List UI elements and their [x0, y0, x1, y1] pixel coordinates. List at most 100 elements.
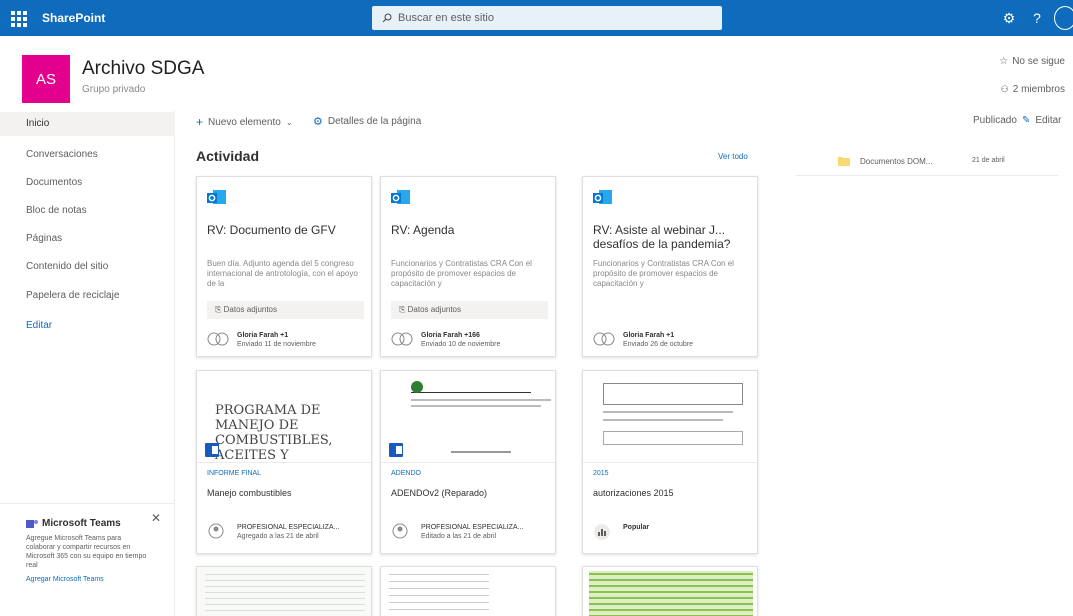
person-icon: ⚇	[1000, 84, 1009, 94]
app-launcher-icon[interactable]	[8, 8, 28, 28]
edit-button[interactable]: ✎ Editar	[1022, 115, 1062, 126]
left-navigation: Inicio Conversaciones Documentos Bloc de…	[0, 110, 175, 616]
attachment-label: Datos adjuntos	[223, 305, 278, 314]
document-title: ADENDOv2 (Reparado)	[391, 488, 488, 498]
document-card[interactable]	[380, 566, 556, 616]
search-box[interactable]: Buscar en este sitio	[372, 6, 722, 30]
preview-header-line	[411, 381, 531, 393]
card-author: Gloria Farah +166	[421, 332, 480, 339]
activity-card[interactable]: RV: Documento de GFV Buen día. Adjunto a…	[196, 176, 372, 357]
person-icon	[392, 523, 408, 539]
follow-label: No se sigue	[1012, 56, 1065, 67]
document-card[interactable]: ADENDO ADENDOv2 (Reparado) PROFESIONAL E…	[380, 370, 556, 554]
preview-line	[603, 411, 733, 413]
nav-item-site-contents[interactable]: Contenido del sitio	[0, 255, 175, 279]
pencil-icon: ✎	[1022, 115, 1031, 126]
outlook-icon	[391, 190, 410, 204]
document-preview: PROGRAMA DE MANEJO DE COMBUSTIBLES, ACEI…	[197, 371, 371, 463]
teams-icon	[26, 519, 38, 528]
card-footer: Gloria Farah +166 Enviado 10 de noviembr…	[391, 329, 551, 353]
activity-card[interactable]: RV: Agenda Funcionarios y Contratistas C…	[380, 176, 556, 357]
card-footer: Gloria Farah +1 Enviado 11 de noviembre	[207, 329, 367, 353]
card-snippet: Funcionarios y Contratistas CRA Con el p…	[593, 259, 734, 288]
card-date: Enviado 26 de octubre	[623, 341, 694, 348]
paperclip-icon: ⎘	[215, 305, 222, 314]
suite-bar: SharePoint Buscar en este sitio ⚙ ?	[0, 0, 1073, 36]
preview-line	[451, 451, 511, 453]
word-file-icon	[389, 443, 403, 457]
chart-icon	[594, 524, 610, 540]
document-preview	[381, 371, 555, 463]
page-details-label: Detalles de la página	[327, 116, 422, 127]
see-all-link[interactable]: Ver todo	[718, 152, 748, 161]
nav-item-pages[interactable]: Páginas	[0, 227, 175, 251]
card-footer: PROFESIONAL ESPECIALIZA... Agregado a la…	[207, 521, 367, 545]
preview-text: PROGRAMA DE MANEJO DE COMBUSTIBLES, ACEI…	[215, 403, 333, 463]
nav-item-home[interactable]: Inicio	[0, 112, 175, 136]
card-author: PROFESIONAL ESPECIALIZA...	[237, 524, 340, 531]
outlook-icon	[593, 190, 612, 204]
settings-icon[interactable]: ⚙	[1000, 9, 1018, 27]
document-card[interactable]	[196, 566, 372, 616]
document-preview	[389, 573, 489, 616]
search-placeholder: Buscar en este sitio	[398, 12, 494, 24]
add-teams-link[interactable]: Agregar Microsoft Teams	[26, 576, 165, 583]
page-details-button[interactable]: ⚙ Detalles de la página	[313, 115, 421, 128]
card-date: Editado a las 21 de abril	[421, 533, 497, 540]
members-button[interactable]: ⚇ 2 miembros	[1001, 84, 1065, 95]
search-icon	[382, 13, 392, 23]
star-icon: ☆	[999, 56, 1009, 67]
activity-card[interactable]: RV: Asiste al webinar J... desafíos de l…	[582, 176, 758, 357]
person-icon	[208, 523, 224, 539]
document-card[interactable]: PROGRAMA DE MANEJO DE COMBUSTIBLES, ACEI…	[196, 370, 372, 554]
preview-line	[411, 405, 541, 407]
members-label: 2 miembros	[1012, 84, 1065, 95]
document-title: Manejo combustibles	[207, 488, 292, 498]
spreadsheet-preview	[205, 573, 365, 616]
document-title: autorizaciones 2015	[593, 488, 674, 498]
people-icon	[391, 332, 413, 346]
nav-item-documents[interactable]: Documentos	[0, 171, 175, 195]
close-icon[interactable]: ✕	[151, 511, 161, 525]
new-item-button[interactable]: + Nuevo elemento ⌄	[196, 115, 293, 129]
follow-button[interactable]: ☆ No se sigue	[999, 56, 1065, 67]
new-item-label: Nuevo elemento	[208, 116, 281, 128]
card-title: RV: Asiste al webinar J... desafíos de l…	[593, 223, 731, 251]
document-preview	[583, 371, 757, 463]
site-title[interactable]: Archivo SDGA	[82, 58, 204, 80]
spreadsheet-preview	[589, 571, 753, 616]
teams-title: Microsoft Teams	[42, 518, 121, 529]
document-card[interactable]	[582, 566, 758, 616]
card-author: Popular	[623, 524, 650, 531]
nav-item-recycle-bin[interactable]: Papelera de reciclaje	[0, 284, 175, 308]
card-footer: Popular	[593, 521, 753, 545]
edit-label: Editar	[1035, 115, 1062, 126]
document-card[interactable]: 2015 autorizaciones 2015 Popular	[582, 370, 758, 554]
document-list-item[interactable]: Documentos DOM... 21 de abril	[796, 148, 1058, 176]
document-category: ADENDO	[391, 470, 421, 477]
card-date: Enviado 11 de noviembre	[237, 341, 316, 348]
nav-item-conversations[interactable]: Conversaciones	[0, 143, 175, 167]
card-footer: Gloria Farah +1 Enviado 26 de octubre	[593, 329, 753, 353]
preview-line	[411, 399, 551, 401]
nav-edit-link[interactable]: Editar	[0, 314, 175, 338]
outlook-icon	[207, 190, 226, 204]
card-author: Gloria Farah +1	[623, 332, 675, 339]
help-icon[interactable]: ?	[1028, 9, 1046, 27]
word-file-icon	[205, 443, 219, 457]
published-status: Publicado	[973, 115, 1017, 126]
nav-item-notebook[interactable]: Bloc de notas	[0, 199, 175, 223]
teams-description: Agregue Microsoft Teams para colaborar y…	[26, 535, 147, 569]
chevron-down-icon: ⌄	[285, 117, 293, 127]
card-author: Gloria Farah +1	[237, 332, 289, 339]
card-snippet: Buen día. Adjunto agenda del 5 congreso …	[207, 259, 358, 288]
teams-promo: ✕ Microsoft Teams Agregue Microsoft Team…	[0, 503, 175, 616]
plus-icon: +	[196, 115, 204, 129]
site-privacy: Grupo privado	[82, 84, 146, 95]
preview-logo	[411, 381, 423, 393]
card-date: Enviado 10 de noviembre	[421, 341, 501, 348]
account-avatar[interactable]	[1054, 6, 1073, 30]
card-author: PROFESIONAL ESPECIALIZA...	[421, 524, 524, 531]
gear-icon: ⚙	[313, 116, 323, 128]
sharepoint-brand[interactable]: SharePoint	[42, 11, 105, 25]
